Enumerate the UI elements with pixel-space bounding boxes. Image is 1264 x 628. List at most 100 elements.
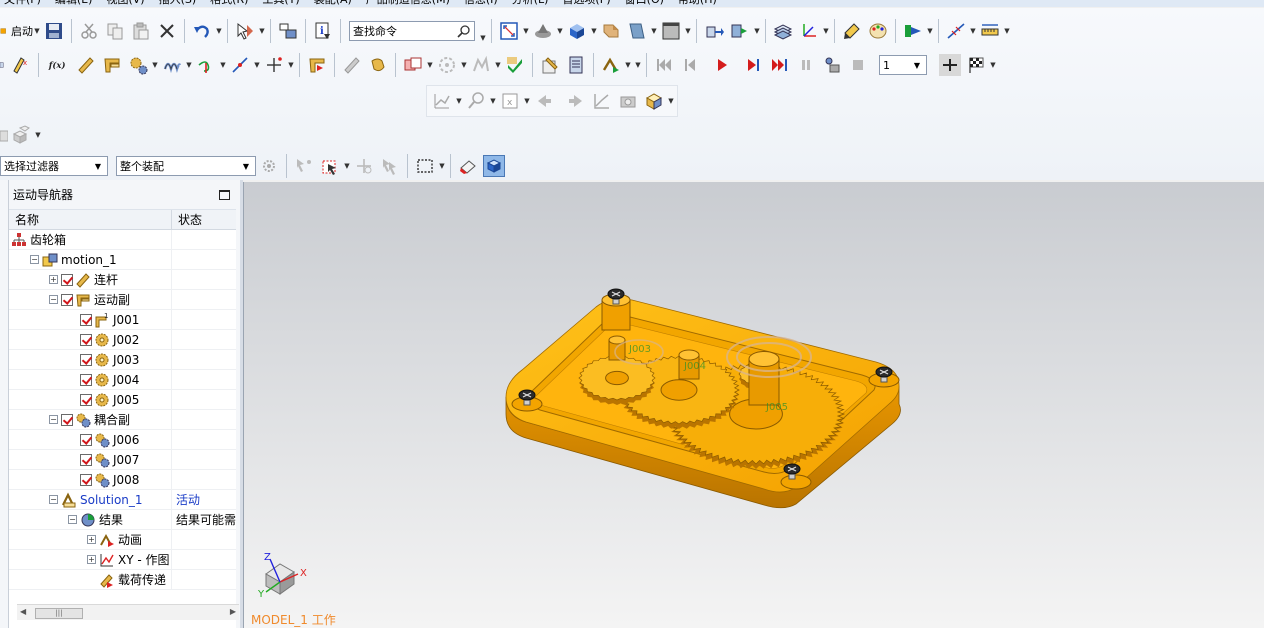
- sensor-icon[interactable]: [341, 54, 363, 76]
- menu-item[interactable]: 分析(L): [512, 0, 549, 7]
- spring-icon[interactable]: [161, 54, 183, 76]
- visibility-checkbox[interactable]: [80, 433, 92, 446]
- next-arrow-icon[interactable]: [565, 90, 587, 112]
- graph-dropdown[interactable]: ▼: [455, 90, 463, 112]
- marker-icon[interactable]: [195, 54, 217, 76]
- tree-row-name-cell[interactable]: J007: [9, 449, 172, 470]
- explode-icon[interactable]: [470, 54, 492, 76]
- shaded-view-dropdown[interactable]: ▼: [590, 20, 598, 42]
- playback-mode-icon[interactable]: [939, 54, 961, 76]
- measure-distance-dropdown[interactable]: ▼: [1003, 20, 1011, 42]
- chevron-down-icon[interactable]: ▼: [910, 58, 924, 72]
- spreadsheet-icon[interactable]: x: [499, 90, 521, 112]
- check-icon[interactable]: [504, 54, 526, 76]
- selection-filter-select[interactable]: 选择过滤器 ▼: [0, 156, 108, 176]
- shaft[interactable]: [748, 351, 780, 406]
- drive-icon[interactable]: [306, 54, 328, 76]
- link-icon[interactable]: [75, 54, 97, 76]
- snap-ext-icon[interactable]: [353, 155, 375, 177]
- assembly-constraints-dropdown[interactable]: ▼: [753, 20, 761, 42]
- visibility-checkbox[interactable]: [80, 333, 92, 346]
- packaging-dropdown[interactable]: ▼: [667, 90, 675, 112]
- move-component-icon[interactable]: [703, 20, 725, 42]
- snap-point-icon[interactable]: [293, 155, 315, 177]
- collapse-icon[interactable]: −: [49, 495, 58, 504]
- partial-cube-icon[interactable]: [0, 124, 8, 146]
- point-on-curve-icon[interactable]: [229, 54, 251, 76]
- paste-icon[interactable]: [130, 20, 152, 42]
- tree-row-name-cell[interactable]: + XY - 作图: [9, 549, 172, 570]
- master-model-icon[interactable]: x: [10, 54, 32, 76]
- graphics-viewport[interactable]: J003 J004 J005 X Y Z MODEL_1 工作: [243, 182, 1264, 628]
- menu-item[interactable]: 产品制造信息(M): [366, 0, 450, 7]
- gear-coupler-dropdown[interactable]: ▼: [151, 54, 159, 76]
- column-status-header[interactable]: 状态: [172, 210, 236, 229]
- start-dropdown[interactable]: ▼: [33, 20, 41, 42]
- load-transfer-icon[interactable]: [465, 90, 487, 112]
- tree-row[interactable]: − 结果 结果可能需: [9, 509, 236, 530]
- menu-item[interactable]: 信息(I): [464, 0, 498, 7]
- collapse-icon[interactable]: −: [68, 515, 77, 524]
- load-transfer-dropdown[interactable]: ▼: [489, 90, 497, 112]
- selection-scope-select[interactable]: 整个装配 ▼: [116, 156, 256, 176]
- column-name-header[interactable]: 名称: [9, 210, 172, 229]
- explode-dropdown[interactable]: ▼: [494, 54, 502, 76]
- scroll-left-icon[interactable]: ◀: [20, 607, 26, 616]
- pause-icon[interactable]: [795, 54, 817, 76]
- section-view-icon[interactable]: [600, 20, 622, 42]
- tree-row-name-cell[interactable]: J005: [9, 389, 172, 410]
- marker-dropdown[interactable]: ▼: [219, 54, 227, 76]
- finish-flag-icon[interactable]: [965, 54, 987, 76]
- save-icon[interactable]: [43, 20, 65, 42]
- snap-cursor-icon[interactable]: [319, 155, 341, 177]
- menu-item[interactable]: 帮助(H): [678, 0, 717, 7]
- menu-item[interactable]: 格式(R): [210, 0, 248, 7]
- menu-item[interactable]: 视图(V): [106, 0, 144, 7]
- tree-row-name-cell[interactable]: J002: [9, 329, 172, 350]
- step-back-icon[interactable]: [679, 54, 701, 76]
- fit-view-icon[interactable]: [498, 20, 520, 42]
- capture-icon[interactable]: [617, 90, 639, 112]
- tree-row[interactable]: + 连杆: [9, 269, 236, 290]
- step-forward-icon[interactable]: [743, 54, 765, 76]
- select-tools-icon[interactable]: [234, 20, 256, 42]
- tree-row-name-cell[interactable]: + 动画: [9, 529, 172, 550]
- spreadsheet-dropdown[interactable]: ▼: [523, 90, 531, 112]
- visibility-checkbox[interactable]: [80, 373, 92, 386]
- info-icon[interactable]: i: [312, 20, 334, 42]
- visibility-checkbox[interactable]: [80, 453, 92, 466]
- menu-item[interactable]: 文件(F): [4, 0, 41, 7]
- tree-row-name-cell[interactable]: 载荷传递: [9, 569, 172, 590]
- collapse-icon[interactable]: −: [30, 255, 39, 264]
- expand-icon[interactable]: +: [49, 275, 58, 284]
- trace-icon[interactable]: [436, 54, 458, 76]
- cut-icon[interactable]: [78, 20, 100, 42]
- tree-row[interactable]: 1 J001: [9, 309, 236, 330]
- rewind-icon[interactable]: [653, 54, 675, 76]
- tree-row-name-cell[interactable]: J003: [9, 349, 172, 370]
- tree-row[interactable]: − 耦合副: [9, 409, 236, 430]
- play-icon[interactable]: [711, 54, 733, 76]
- maximize-icon[interactable]: [219, 190, 230, 200]
- solve-more-dropdown[interactable]: ▼: [634, 54, 642, 76]
- show-hide-dropdown[interactable]: ▼: [926, 20, 934, 42]
- joint-icon[interactable]: [101, 54, 123, 76]
- tree-row-name-cell[interactable]: J006: [9, 429, 172, 450]
- orient-view-dropdown[interactable]: ▼: [556, 20, 564, 42]
- edit-section-icon[interactable]: [626, 20, 648, 42]
- tree-row-name-cell[interactable]: J008: [9, 469, 172, 490]
- visibility-checkbox[interactable]: [80, 353, 92, 366]
- edit-section-dropdown[interactable]: ▼: [650, 20, 658, 42]
- component-cubes-dropdown[interactable]: ▼: [34, 124, 42, 146]
- menu-item[interactable]: 工具(T): [262, 0, 299, 7]
- collapse-icon[interactable]: −: [49, 295, 58, 304]
- expand-icon[interactable]: +: [87, 555, 96, 564]
- shaded-view-icon[interactable]: [566, 20, 588, 42]
- visibility-checkbox[interactable]: [61, 293, 73, 306]
- edit-object-display-icon[interactable]: [841, 20, 863, 42]
- tree-row-name-cell[interactable]: − motion_1: [9, 249, 172, 270]
- tree-row[interactable]: + XY - 作图: [9, 549, 236, 570]
- function-manager-icon[interactable]: f(x): [45, 54, 71, 76]
- interference-icon[interactable]: [402, 54, 424, 76]
- scalar-force-dropdown[interactable]: ▼: [287, 54, 295, 76]
